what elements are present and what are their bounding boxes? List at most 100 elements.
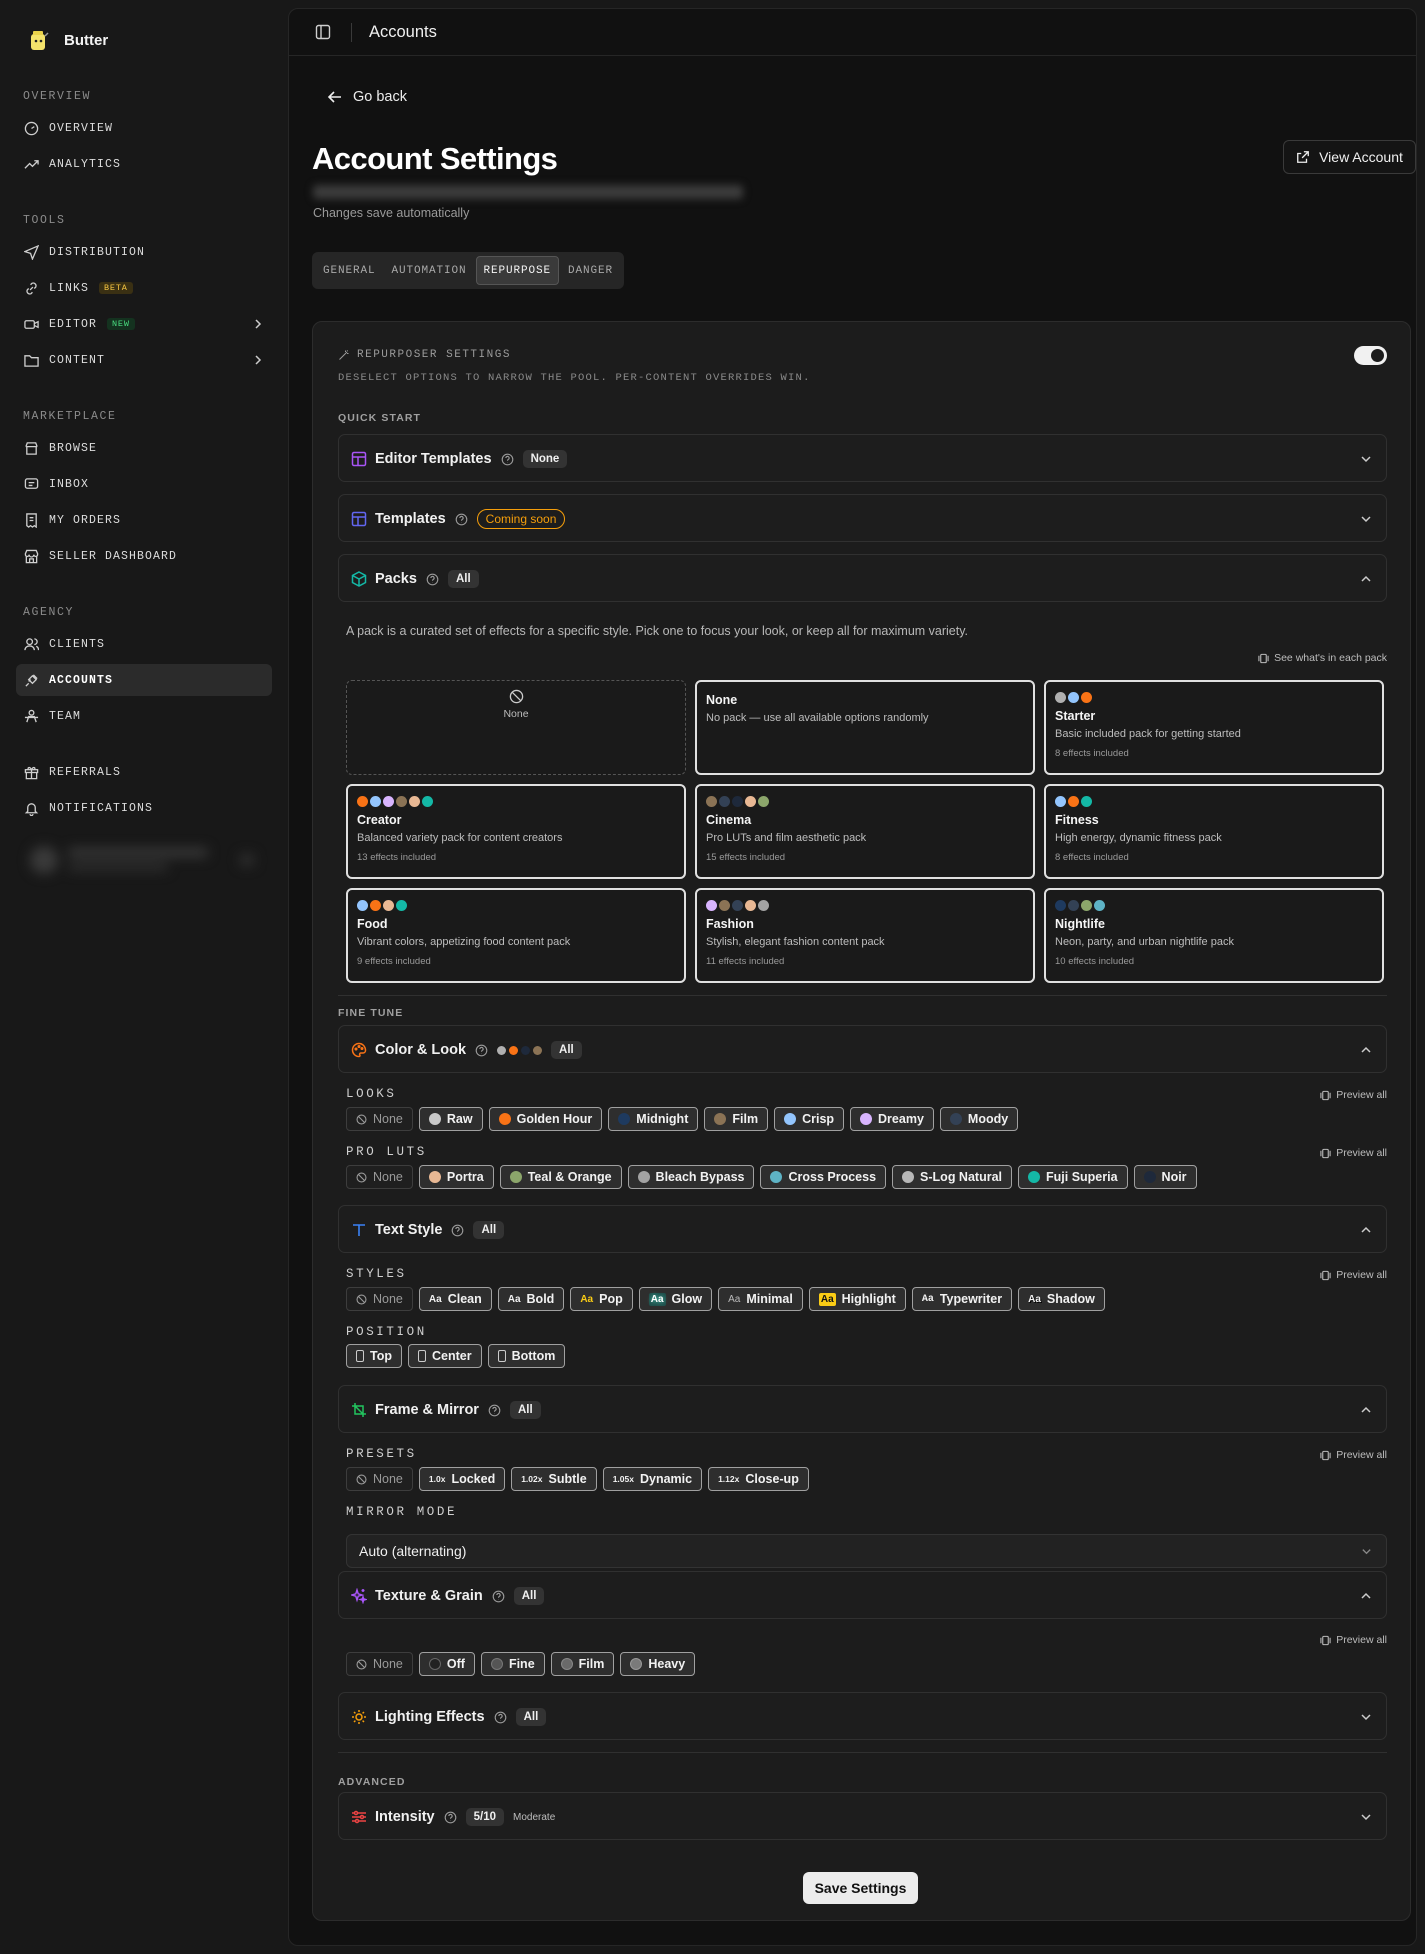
chip-preset-dynamic[interactable]: 1.05x Dynamic [602,1467,703,1491]
accordion-editor-templates[interactable]: Editor Templates None [338,434,1387,482]
sidebar-item-links[interactable]: LINKS BETA [16,272,272,304]
help-icon[interactable] [444,1811,457,1824]
help-icon[interactable] [492,1590,505,1603]
help-icon[interactable] [494,1711,507,1724]
chip-none[interactable]: None [346,1467,413,1491]
sidebar-item-accounts[interactable]: ACCOUNTS [16,664,272,696]
sidebar-item-distribution[interactable]: DISTRIBUTION [16,236,272,268]
accordion-templates[interactable]: Templates Coming soon [338,494,1387,542]
chip-style-clean[interactable]: Aa Clean [418,1287,492,1311]
pack-card-none[interactable]: None No pack — use all available options… [695,680,1035,775]
chip-lut-fuji-superia[interactable]: Fuji Superia [1018,1165,1128,1189]
chip-lut-bleach-bypass[interactable]: Bleach Bypass [627,1165,755,1189]
chip-position-top[interactable]: Top [346,1344,402,1368]
go-back-link[interactable]: Go back [327,89,407,105]
tab-repurpose[interactable]: REPURPOSE [475,256,560,285]
help-icon[interactable] [501,453,514,466]
chip-preset-subtle[interactable]: 1.02x Subtle [511,1467,597,1491]
accordion-text-style[interactable]: Text Style All [338,1205,1387,1253]
chip-position-bottom[interactable]: Bottom [487,1344,566,1368]
preview-all-presets[interactable]: Preview all [1320,1449,1387,1461]
chip-preset-locked[interactable]: 1.0x Locked [418,1467,506,1491]
accordion-packs[interactable]: Packs All [338,554,1387,602]
sidebar-item-overview[interactable]: OVERVIEW [16,112,272,144]
sidebar-item-editor[interactable]: EDITOR NEW [16,308,272,340]
accordion-texture-grain[interactable]: Texture & Grain All [338,1571,1387,1619]
sidebar-item-content[interactable]: CONTENT [16,344,272,376]
accordion-color-look[interactable]: Color & Look All [338,1025,1387,1073]
chip-style-highlight[interactable]: Aa Highlight [808,1287,906,1311]
view-account-button[interactable]: View Account [1283,140,1416,174]
chip-look-dreamy[interactable]: Dreamy [850,1107,934,1131]
help-icon[interactable] [455,513,468,526]
sidebar-item-notifications[interactable]: NOTIFICATIONS [16,792,272,824]
chip-lut-cross-process[interactable]: Cross Process [760,1165,887,1189]
see-packs-link[interactable]: See what's in each pack [1258,652,1387,664]
chip-position-center[interactable]: Center [407,1344,482,1368]
chip-look-raw[interactable]: Raw [418,1107,483,1131]
chip-style-glow[interactable]: Aa Glow [638,1287,713,1311]
accordion-frame-mirror[interactable]: Frame & Mirror All [338,1385,1387,1433]
repurposer-enabled-toggle[interactable] [1354,346,1387,365]
chip-none[interactable]: None [346,1652,413,1676]
preview-all-textures[interactable]: Preview all [1320,1634,1387,1646]
help-icon[interactable] [426,573,439,586]
help-icon[interactable] [488,1404,501,1417]
divider [351,23,352,42]
accordion-intensity[interactable]: Intensity 5/10 Moderate [338,1792,1387,1840]
chip-lut-slog-natural[interactable]: S-Log Natural [892,1165,1012,1189]
preview-all-luts[interactable]: Preview all [1320,1147,1387,1159]
sidebar-item-seller-dashboard[interactable]: SELLER DASHBOARD [16,540,272,572]
sidebar-item-my-orders[interactable]: MY ORDERS [16,504,272,536]
tab-automation[interactable]: AUTOMATION [385,256,474,285]
chip-texture-fine[interactable]: Fine [480,1652,545,1676]
chip-texture-off[interactable]: Off [418,1652,475,1676]
pack-card-fitness[interactable]: Fitness High energy, dynamic fitness pac… [1044,784,1384,879]
tab-danger[interactable]: DANGER [561,256,620,285]
chip-lut-teal-orange[interactable]: Teal & Orange [499,1165,622,1189]
chip-style-typewriter[interactable]: Aa Typewriter [911,1287,1013,1311]
sidebar-item-analytics[interactable]: ANALYTICS [16,148,272,180]
aa-glyph: Aa [648,1292,666,1306]
mirror-mode-select[interactable]: Auto (alternating) [346,1534,1387,1568]
pack-card-fashion[interactable]: Fashion Stylish, elegant fashion content… [695,888,1035,983]
chip-none[interactable]: None [346,1165,413,1189]
help-icon[interactable] [475,1044,488,1057]
sidebar-item-referrals[interactable]: REFERRALS [16,756,272,788]
sidebar-item-clients[interactable]: CLIENTS [16,628,272,660]
chip-lut-portra[interactable]: Portra [418,1165,494,1189]
pack-card-food[interactable]: Food Vibrant colors, appetizing food con… [346,888,686,983]
preview-all-looks[interactable]: Preview all [1320,1089,1387,1101]
chip-preset-close-up[interactable]: 1.12x Close-up [708,1467,809,1491]
chip-style-shadow[interactable]: Aa Shadow [1018,1287,1105,1311]
chip-texture-heavy[interactable]: Heavy [620,1652,696,1676]
chip-style-pop[interactable]: Aa Pop [570,1287,633,1311]
chip-style-bold[interactable]: Aa Bold [497,1287,565,1311]
chip-look-crisp[interactable]: Crisp [774,1107,845,1131]
chip-none[interactable]: None [346,1107,413,1131]
chip-lut-noir[interactable]: Noir [1133,1165,1197,1189]
pack-card-starter[interactable]: Starter Basic included pack for getting … [1044,680,1384,775]
help-icon[interactable] [451,1224,464,1237]
brand[interactable]: Butter [28,28,108,52]
chip-look-moody[interactable]: Moody [939,1107,1019,1131]
chip-look-midnight[interactable]: Midnight [608,1107,699,1131]
sidebar-item-inbox[interactable]: INBOX [16,468,272,500]
sidebar-item-team[interactable]: TEAM [16,700,272,732]
pack-card-none-tile[interactable]: None [346,680,686,775]
chip-none[interactable]: None [346,1287,413,1311]
tab-general[interactable]: GENERAL [316,256,383,285]
chip-style-minimal[interactable]: Aa Minimal [718,1287,803,1311]
pack-card-cinema[interactable]: Cinema Pro LUTs and film aesthetic pack … [695,784,1035,879]
preview-all-styles[interactable]: Preview all [1320,1269,1387,1281]
user-profile-blurred[interactable] [24,840,264,880]
pack-card-creator[interactable]: Creator Balanced variety pack for conten… [346,784,686,879]
save-settings-button[interactable]: Save Settings [803,1872,918,1904]
chip-look-film[interactable]: Film [704,1107,769,1131]
pack-card-nightlife[interactable]: Nightlife Neon, party, and urban nightli… [1044,888,1384,983]
accordion-lighting-effects[interactable]: Lighting Effects All [338,1692,1387,1740]
sidebar-toggle-icon[interactable] [315,24,331,40]
chip-look-golden-hour[interactable]: Golden Hour [488,1107,603,1131]
sidebar-item-browse[interactable]: BROWSE [16,432,272,464]
chip-texture-film[interactable]: Film [550,1652,615,1676]
